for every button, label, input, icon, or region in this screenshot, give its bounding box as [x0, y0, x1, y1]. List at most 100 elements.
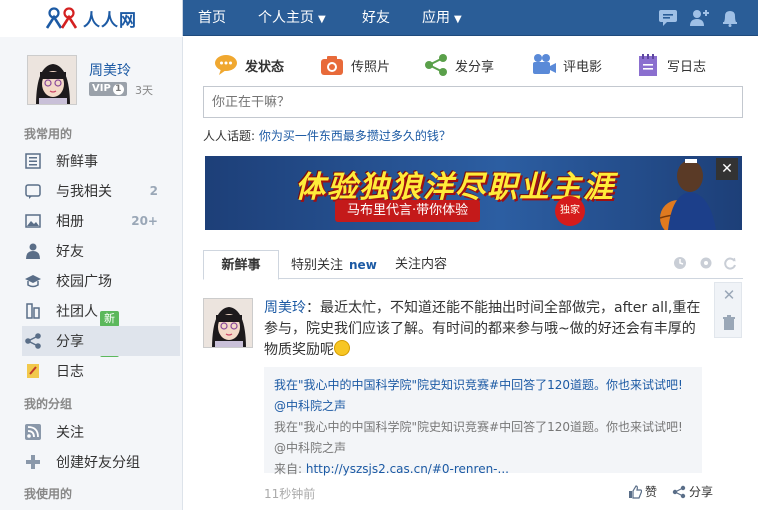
section-title-groups: 我的分组 [24, 397, 73, 411]
share-icon [672, 485, 686, 498]
add-friend-icon[interactable] [689, 9, 709, 27]
nav-profile-label: 个人主页 [258, 10, 314, 26]
club-icon [26, 303, 40, 319]
share-line: 我在"我心中的中国科学院"院史知识竞赛#中回答了120道题。你也来试试吧! [274, 420, 683, 434]
related-icon [25, 184, 41, 199]
post-author[interactable]: 周美玲 [264, 300, 306, 316]
clock-icon[interactable] [673, 256, 687, 270]
album-count: 20+ [131, 214, 158, 228]
tab-write-blog[interactable]: 写日志 [635, 50, 706, 80]
tab-post-status[interactable]: 发状态 [213, 50, 284, 80]
tab-label: 发分享 [455, 59, 495, 75]
sidebar-item-club[interactable]: 社团人 [24, 296, 182, 326]
publisher-tabs: 发状态 传照片 发分享 评电影 写日志 [203, 50, 743, 82]
sidebar-item-label: 关注 [56, 425, 84, 441]
share-icon [25, 333, 41, 349]
tab-label: 发状态 [245, 59, 285, 75]
sidebar-item-share[interactable]: 分享 [22, 326, 180, 356]
tab-upload-photo[interactable]: 传照片 [319, 50, 390, 80]
friends-icon [26, 243, 40, 259]
plus-icon [26, 455, 40, 469]
sidebar-item-follow[interactable]: 关注 [24, 417, 182, 447]
chat-icon[interactable] [658, 9, 678, 27]
source-label: 来自: [274, 462, 303, 476]
sidebar-item-blog[interactable]: 日志 [24, 356, 182, 386]
rss-icon [25, 424, 41, 440]
sidebar-item-news-feed[interactable]: 新鲜事 [24, 146, 182, 176]
topic-label: 人人话题: [203, 129, 256, 143]
avatar[interactable] [27, 55, 77, 105]
vip-days: 3天 [135, 84, 153, 97]
like-button[interactable]: 赞 [628, 483, 657, 500]
share-button[interactable]: 分享 [672, 483, 713, 500]
sidebar-item-label: 社团人 [56, 304, 98, 320]
section-title-frequent: 我常用的 [24, 127, 73, 141]
sidebar-item-label: 与我相关 [56, 184, 112, 200]
post-text: ：最近太忙，不知道还能不能抽出时间全部做完，after all,重在参与，院史我… [264, 300, 701, 358]
trash-icon[interactable] [721, 315, 737, 331]
nav-friends[interactable]: 好友 [362, 0, 390, 36]
nav-apps[interactable]: 应用 ▼ [422, 0, 462, 36]
top-navigation-bar: 人人网 首页 个人主页 ▼ 好友 应用 ▼ [0, 0, 758, 36]
feed-tabs: 新鲜事 特别关注 new 关注内容 [203, 248, 743, 280]
close-icon[interactable]: ✕ [721, 287, 737, 303]
post-time: 11秒钟前 [264, 487, 316, 501]
related-count: 2 [149, 184, 158, 198]
post-content: 周美玲：最近太忙，不知道还能不能抽出时间全部做完，after all,重在参与，… [264, 298, 704, 361]
tab-label: 评电影 [563, 59, 603, 75]
renren-logo-icon [45, 7, 78, 29]
basketball-player-image [659, 159, 716, 230]
refresh-icon[interactable] [723, 256, 737, 270]
post-options: ✕ [714, 282, 742, 338]
nav-profile[interactable]: 个人主页 ▼ [258, 0, 326, 36]
status-icon [215, 55, 237, 75]
share-icon [425, 54, 447, 76]
share-source: 来自: http://yszsjs2.cas.cn/#0-renren-... [274, 459, 692, 480]
sidebar-item-label: 新鲜事 [56, 154, 98, 170]
renren-logo[interactable]: 人人网 [0, 0, 183, 36]
sidebar-item-related[interactable]: 与我相关 2 [24, 176, 182, 206]
sidebar-item-label: 校园广场 [56, 274, 112, 290]
sidebar-item-campus[interactable]: 校园广场 [24, 266, 182, 296]
sidebar-item-album[interactable]: 相册 20+ [24, 206, 182, 236]
tab-special-follow[interactable]: 特别关注 new [291, 250, 377, 280]
sidebar-item-friends[interactable]: 好友 [24, 236, 182, 266]
thumbs-up-icon [629, 484, 642, 499]
left-sidebar: 周美玲 VIP 1 3天 我常用的 新鲜事 与我相关 2 相册 20+ 好友 校园… [0, 37, 183, 510]
topic-link[interactable]: 你为买一件东西最多攒过多久的钱？ [259, 129, 451, 143]
vip-badge[interactable]: VIP 1 [89, 82, 127, 96]
source-link[interactable]: http://yszsjs2.cas.cn/#0-renren-... [306, 462, 509, 476]
topic-line: 人人话题: 你为买一件东西最多攒过多久的钱？ [203, 127, 451, 144]
sidebar-item-create-group[interactable]: 创建好友分组 [24, 447, 182, 477]
camera-icon [321, 56, 343, 75]
post-author-avatar[interactable] [203, 298, 253, 348]
tab-label: 写日志 [667, 59, 707, 75]
notification-bell-icon[interactable] [720, 9, 740, 27]
campus-icon [25, 275, 41, 288]
ad-banner[interactable]: 体验独狼洋尽职业主涯 马布里代言·带你体验 独家 [205, 156, 742, 230]
vip-label: VIP [92, 83, 111, 94]
banner-subtitle: 马布里代言·带你体验 [335, 200, 481, 222]
notebook-icon [639, 54, 657, 76]
nav-home[interactable]: 首页 [198, 0, 226, 36]
share-line: @中科院之声 [274, 441, 347, 455]
section-title-used: 我使用的 [24, 487, 73, 501]
share-line[interactable]: 我在"我心中的中国科学院"院史知识竞赛#中回答了120道题。你也来试试吧! [274, 375, 692, 396]
sidebar-item-label: 日志 [56, 364, 84, 380]
gear-icon[interactable] [699, 256, 713, 270]
album-icon [25, 214, 41, 228]
smile-emoji-icon [334, 340, 350, 356]
share-label: 分享 [689, 485, 714, 499]
profile-name[interactable]: 周美玲 [89, 60, 131, 80]
share-line[interactable]: @中科院之声 [274, 396, 692, 417]
tab-review-movie[interactable]: 评电影 [531, 50, 602, 80]
vip-level: 1 [112, 84, 124, 95]
nav-apps-label: 应用 [422, 10, 450, 26]
tab-follow-content[interactable]: 关注内容 [395, 250, 447, 280]
close-icon[interactable]: ✕ [716, 158, 738, 180]
status-input[interactable] [203, 86, 743, 118]
sidebar-item-label: 好友 [56, 244, 84, 260]
tab-news-feed[interactable]: 新鲜事 [203, 250, 279, 280]
tab-share[interactable]: 发分享 [423, 50, 494, 80]
chevron-down-icon: ▼ [454, 14, 462, 25]
